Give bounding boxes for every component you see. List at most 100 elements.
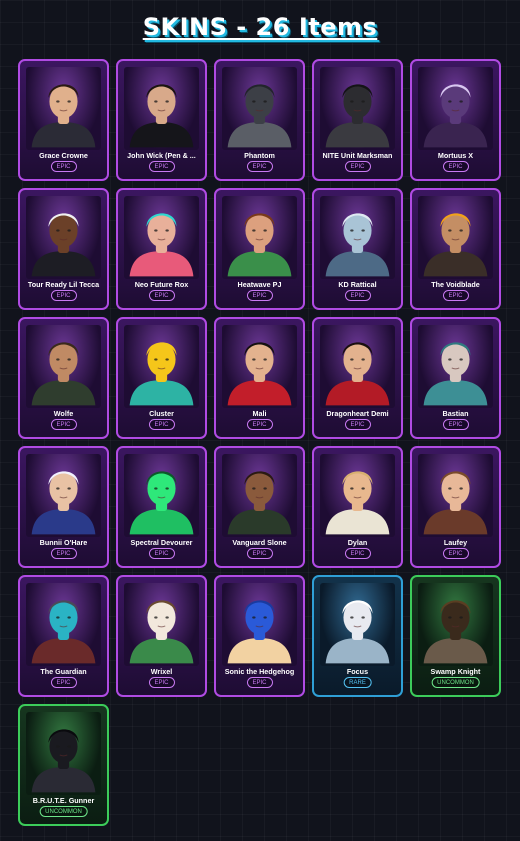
rarity-badge: EPIC <box>344 161 371 172</box>
dragonheart-demi-portrait-icon <box>320 325 395 408</box>
skin-card-16[interactable]: Bunnii O'Hare EPIC <box>18 446 109 568</box>
skin-card-15[interactable]: Bastian EPIC <box>410 317 501 439</box>
skin-card-18[interactable]: Vanguard Slone EPIC <box>214 446 305 568</box>
rarity-badge: EPIC <box>50 161 77 172</box>
skin-card-5[interactable]: Mortuus X EPIC <box>410 59 501 181</box>
skin-card-23[interactable]: Sonic the Hedgehog EPIC <box>214 575 305 697</box>
rarity-badge: EPIC <box>50 677 77 688</box>
skin-card-11[interactable]: Wolfe EPIC <box>18 317 109 439</box>
skin-name: Bunnii O'Hare <box>39 538 88 547</box>
skin-card-26[interactable]: B.R.U.T.E. Gunner UNCOMMON <box>18 704 109 826</box>
skin-name: Cluster <box>149 409 174 418</box>
skin-name: Mortuus X <box>437 151 474 160</box>
rarity-badge: EPIC <box>246 548 273 559</box>
skin-name: Heatwave PJ <box>237 280 282 289</box>
skin-name: Focus <box>346 667 369 676</box>
rarity-badge: RARE <box>343 677 372 688</box>
skin-name: Wolfe <box>53 409 74 418</box>
skin-card-20[interactable]: Laufey EPIC <box>410 446 501 568</box>
focus-portrait-icon <box>320 583 395 666</box>
spectral-devourer-portrait-icon <box>124 454 199 537</box>
skin-name: KD Rattical <box>338 280 377 289</box>
skin-name: Laufey <box>443 538 468 547</box>
skin-card-19[interactable]: Dylan EPIC <box>312 446 403 568</box>
skin-card-25[interactable]: Swamp Knight UNCOMMON <box>410 575 501 697</box>
skin-card-14[interactable]: Dragonheart Demi EPIC <box>312 317 403 439</box>
skins-grid: Grace Crowne EPIC John Wick (Pen & ... E… <box>18 59 501 826</box>
rarity-badge: EPIC <box>148 290 175 301</box>
skin-name: The Voidblade <box>431 280 480 289</box>
phantom-portrait-icon <box>222 67 297 150</box>
skin-name: Vanguard Slone <box>232 538 287 547</box>
rarity-badge: EPIC <box>442 419 469 430</box>
tour-ready-lil-tecca-portrait-icon <box>26 196 101 279</box>
skin-name: Bastian <box>442 409 469 418</box>
rarity-badge: UNCOMMON <box>431 677 480 688</box>
skin-card-22[interactable]: Wrixel EPIC <box>116 575 207 697</box>
skin-name: The Guardian <box>40 667 87 676</box>
grace-crowne-portrait-icon <box>26 67 101 150</box>
skin-name: Mali <box>252 409 267 418</box>
skin-name: Tour Ready Lil Tecca <box>27 280 100 289</box>
bastian-portrait-icon <box>418 325 493 408</box>
rarity-badge: EPIC <box>50 290 77 301</box>
skin-name: Dylan <box>347 538 368 547</box>
rarity-badge: EPIC <box>246 161 273 172</box>
skin-name: B.R.U.T.E. Gunner <box>32 796 95 805</box>
skin-name: Swamp Knight <box>430 667 481 676</box>
skin-card-7[interactable]: Neo Future Rox EPIC <box>116 188 207 310</box>
skin-name: NITE Unit Marksman <box>322 151 393 160</box>
rarity-badge: EPIC <box>50 419 77 430</box>
skin-name: Dragonheart Demi <box>326 409 389 418</box>
dylan-portrait-icon <box>320 454 395 537</box>
rarity-badge: EPIC <box>442 548 469 559</box>
skin-name: Grace Crowne <box>39 151 88 160</box>
rarity-badge: EPIC <box>50 548 77 559</box>
mali-portrait-icon <box>222 325 297 408</box>
skin-name: Spectral Devourer <box>130 538 193 547</box>
skin-name: Neo Future Rox <box>134 280 189 289</box>
rarity-badge: UNCOMMON <box>39 806 88 817</box>
rarity-badge: EPIC <box>148 548 175 559</box>
skin-name: Sonic the Hedgehog <box>224 667 295 676</box>
skin-card-17[interactable]: Spectral Devourer EPIC <box>116 446 207 568</box>
skin-card-2[interactable]: John Wick (Pen & ... EPIC <box>116 59 207 181</box>
skin-name: Wrixel <box>150 667 173 676</box>
page-title: SKINS - 26 Items <box>142 13 378 41</box>
vanguard-slone-portrait-icon <box>222 454 297 537</box>
skin-card-21[interactable]: The Guardian EPIC <box>18 575 109 697</box>
heatwave-pj-portrait-icon <box>222 196 297 279</box>
wolfe-portrait-icon <box>26 325 101 408</box>
rarity-badge: EPIC <box>344 548 371 559</box>
rarity-badge: EPIC <box>148 419 175 430</box>
skin-card-9[interactable]: KD Rattical EPIC <box>312 188 403 310</box>
kd-rattical-portrait-icon <box>320 196 395 279</box>
nite-unit-marksman-portrait-icon <box>320 67 395 150</box>
rarity-badge: EPIC <box>344 419 371 430</box>
rarity-badge: EPIC <box>246 419 273 430</box>
skin-card-1[interactable]: Grace Crowne EPIC <box>18 59 109 181</box>
neo-future-rox-portrait-icon <box>124 196 199 279</box>
skin-name: Phantom <box>244 151 275 160</box>
skin-name: John Wick (Pen & ... <box>127 151 196 160</box>
skin-card-3[interactable]: Phantom EPIC <box>214 59 305 181</box>
skin-card-6[interactable]: Tour Ready Lil Tecca EPIC <box>18 188 109 310</box>
rarity-badge: EPIC <box>344 290 371 301</box>
skin-card-8[interactable]: Heatwave PJ EPIC <box>214 188 305 310</box>
skin-card-10[interactable]: The Voidblade EPIC <box>410 188 501 310</box>
rarity-badge: EPIC <box>442 290 469 301</box>
skin-card-4[interactable]: NITE Unit Marksman EPIC <box>312 59 403 181</box>
rarity-badge: EPIC <box>148 161 175 172</box>
rarity-badge: EPIC <box>246 290 273 301</box>
skin-card-13[interactable]: Mali EPIC <box>214 317 305 439</box>
the-guardian-portrait-icon <box>26 583 101 666</box>
rarity-badge: EPIC <box>246 677 273 688</box>
skin-card-24[interactable]: Focus RARE <box>312 575 403 697</box>
wrixel-block-portrait-icon <box>124 583 199 666</box>
cluster-duck-portrait-icon <box>124 325 199 408</box>
brute-gunner-portrait-icon <box>26 712 101 795</box>
laufey-portrait-icon <box>418 454 493 537</box>
rarity-badge: EPIC <box>442 161 469 172</box>
skin-card-12[interactable]: Cluster EPIC <box>116 317 207 439</box>
bunnii-ohare-portrait-icon <box>26 454 101 537</box>
